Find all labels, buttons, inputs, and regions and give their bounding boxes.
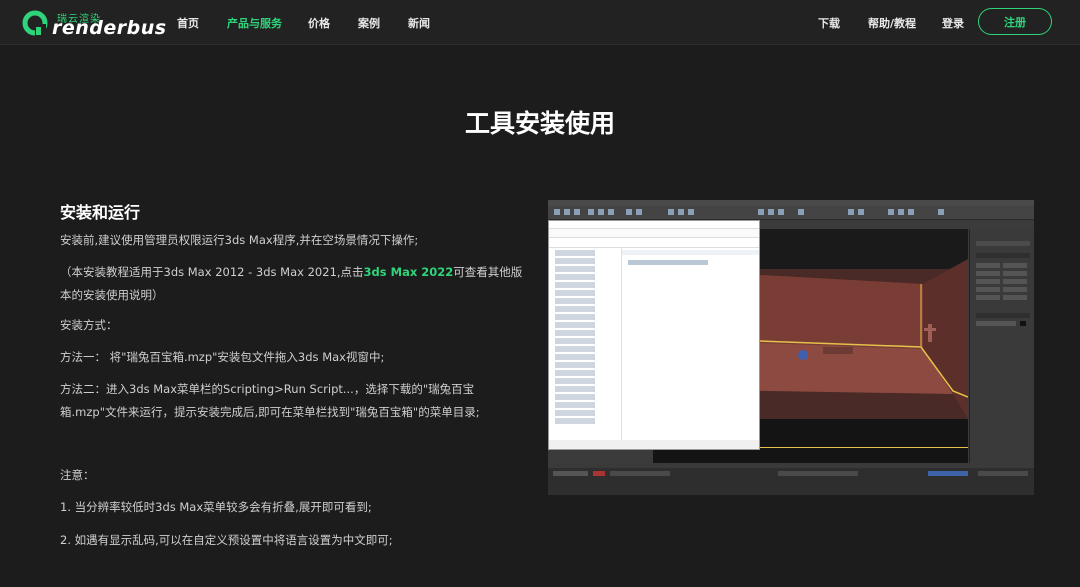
paragraph-notes-heading: 注意： xyxy=(60,468,95,482)
paragraph-install-methods: 安装方式： xyxy=(60,318,118,332)
page-title: 工具安装使用 xyxy=(464,109,615,138)
logo-icon xyxy=(22,10,48,36)
nav-home[interactable]: 首页 xyxy=(177,15,199,31)
nav-products[interactable]: 产品与服务 xyxy=(227,15,282,31)
file-explorer-window xyxy=(548,220,760,450)
renderbus-logo[interactable]: 瑞云渲染 renderbus xyxy=(22,9,166,39)
paragraph-note-2: 2. 如遇有显示乱码,可以在自定义预设置中将语言设置为中文即可; xyxy=(60,533,393,547)
paragraph-prereq: 安装前,建议使用管理员权限运行3ds Max程序,并在空场景情况下操作; xyxy=(60,233,419,247)
3dsmax-screenshot xyxy=(548,200,1034,495)
mzp-file-item xyxy=(628,260,708,265)
nav-cases[interactable]: 案例 xyxy=(358,15,380,31)
paragraph-method-1: 方法一： 将"瑞兔百宝箱.mzp"安装包文件拖入3ds Max视窗中; xyxy=(60,350,385,364)
paragraph-method-2: 方法二：进入3ds Max菜单栏的Scripting>Run Script...… xyxy=(60,382,480,419)
register-button[interactable]: 注册 xyxy=(978,8,1052,35)
section-title: 安装和运行 xyxy=(60,203,141,222)
logo-en-text: renderbus xyxy=(52,17,167,39)
version-2022-link[interactable]: 3ds Max 2022 xyxy=(364,265,454,279)
nav-download[interactable]: 下载 xyxy=(818,15,840,31)
nav-pricing[interactable]: 价格 xyxy=(308,15,330,31)
nav-help[interactable]: 帮助/教程 xyxy=(868,15,916,31)
command-panel xyxy=(969,229,1034,463)
version-note-text: （本安装教程适用于3ds Max 2012 - 3ds Max 2021,点击 xyxy=(60,265,364,279)
login-link[interactable]: 登录 xyxy=(942,15,964,31)
timeline-panel xyxy=(548,463,1034,495)
top-navbar: 瑞云渲染 renderbus 首页 产品与服务 价格 案例 新闻 下载 帮助/教… xyxy=(0,0,1080,45)
app-toolbar xyxy=(548,206,1034,220)
nav-news[interactable]: 新闻 xyxy=(408,15,430,31)
paragraph-version-note: （本安装教程适用于3ds Max 2012 - 3ds Max 2021,点击3… xyxy=(60,261,530,307)
paragraph-note-1: 1. 当分辨率较低时3ds Max菜单较多会有折叠,展开即可看到; xyxy=(60,500,372,514)
